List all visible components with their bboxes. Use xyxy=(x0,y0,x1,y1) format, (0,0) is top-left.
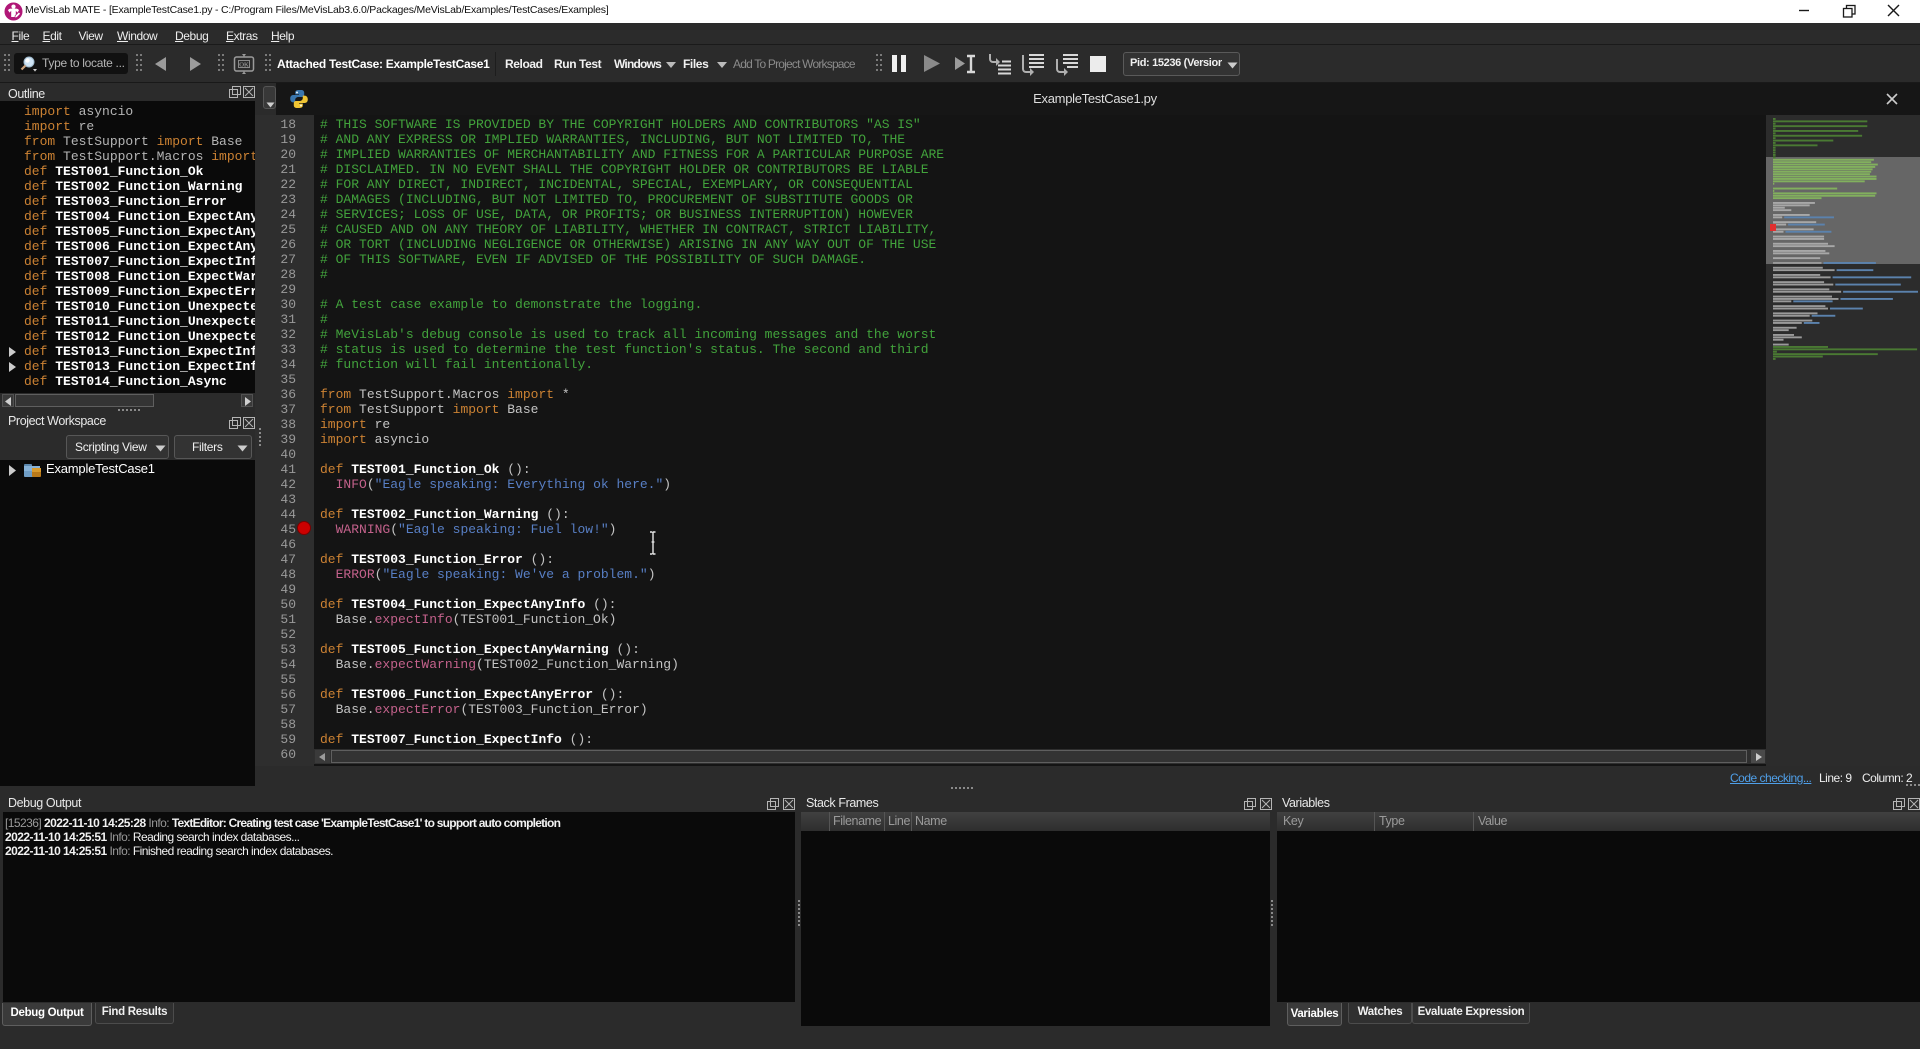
svg-text:OK: OK xyxy=(239,62,249,69)
